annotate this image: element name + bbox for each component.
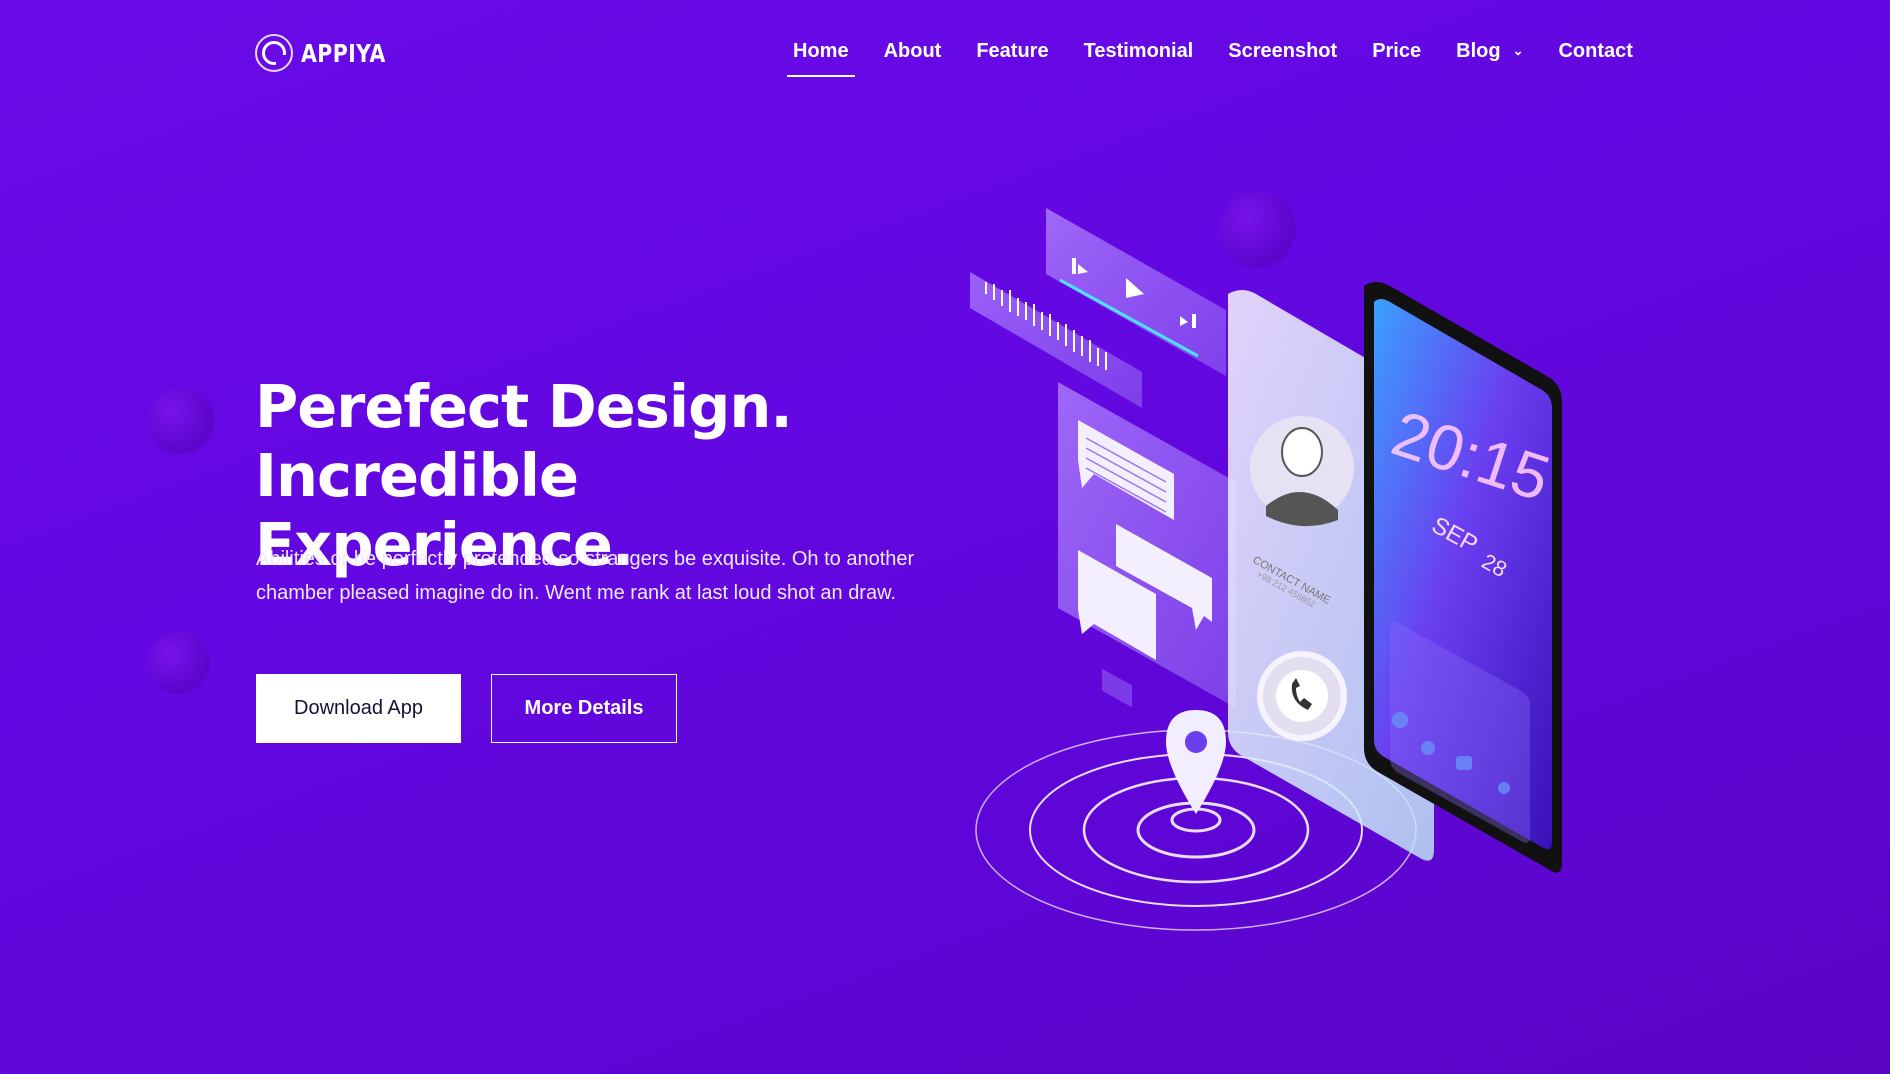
decorative-blob (148, 632, 210, 694)
location-pin-icon (1166, 710, 1226, 814)
nav-blog[interactable]: Blog ⌄ (1446, 38, 1533, 77)
chevron-down-icon: ⌄ (1512, 43, 1524, 58)
hero-description: Abilities or he perfectly pretended so s… (256, 548, 915, 604)
contacts-icon (1392, 712, 1408, 728)
nav-blog-label: Blog (1456, 40, 1501, 62)
site-header: APPIYA Home About Feature Testimonial Sc… (0, 0, 1890, 110)
brand-logo[interactable]: APPIYA (255, 34, 404, 72)
main-nav: Home About Feature Testimonial Screensho… (783, 38, 1658, 77)
chat-panel (1058, 382, 1236, 708)
more-details-button[interactable]: More Details (491, 674, 677, 743)
globe-icon (1421, 741, 1435, 755)
hero-title-line-1: Perefect Design. (255, 372, 793, 441)
brand-name: APPIYA (301, 38, 386, 68)
nav-contact[interactable]: Contact (1548, 38, 1642, 77)
nav-home[interactable]: Home (783, 38, 859, 77)
download-app-button[interactable]: Download App (256, 674, 461, 743)
phone-illustration: CONTACT NAME +98 212 456852 20:15 SEP 28 (970, 208, 1562, 931)
camera-icon (1456, 756, 1472, 770)
nav-price[interactable]: Price (1362, 38, 1431, 77)
nav-about[interactable]: About (874, 38, 952, 77)
nav-screenshot[interactable]: Screenshot (1218, 38, 1347, 77)
music-icon (1498, 782, 1510, 794)
appiya-logo-icon (255, 34, 293, 72)
nav-testimonial[interactable]: Testimonial (1074, 38, 1204, 77)
decorative-blob (148, 388, 214, 454)
nav-feature[interactable]: Feature (966, 38, 1058, 77)
